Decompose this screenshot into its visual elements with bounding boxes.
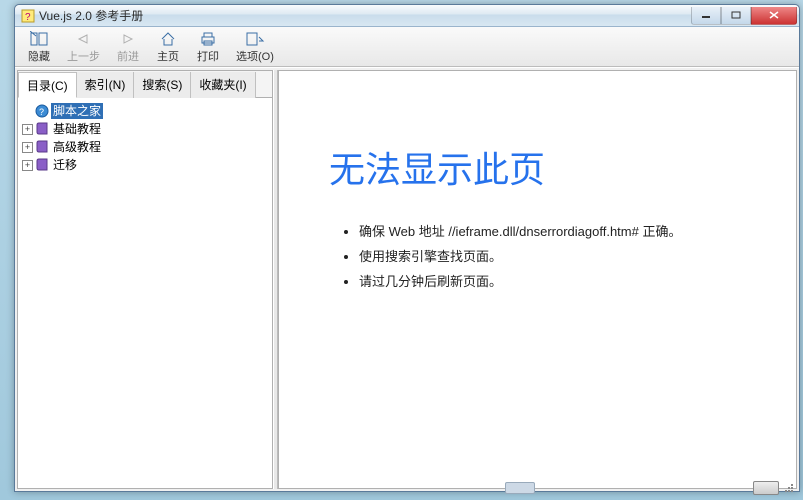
maximize-button[interactable]: [721, 7, 751, 25]
book-icon: [35, 140, 49, 154]
app-window: ? Vue.js 2.0 参考手册 隐藏 上一步 前进 主页 打印: [14, 4, 800, 492]
tree-item[interactable]: + 高级教程: [20, 138, 270, 156]
nav-tabs: 目录(C) 索引(N) 搜索(S) 收藏夹(I): [18, 71, 272, 98]
toolbar: 隐藏 上一步 前进 主页 打印 选项(O): [15, 27, 799, 67]
navigation-pane: 目录(C) 索引(N) 搜索(S) 收藏夹(I) ? 脚本之家 + 基础教程 +: [17, 70, 273, 489]
forward-icon: [119, 30, 137, 48]
options-button[interactable]: 选项(O): [230, 28, 280, 66]
tab-favorites[interactable]: 收藏夹(I): [191, 72, 255, 98]
app-icon: ?: [21, 9, 35, 23]
tab-contents[interactable]: 目录(C): [18, 72, 77, 98]
contents-tree[interactable]: ? 脚本之家 + 基础教程 + 高级教程 + 迁移: [18, 98, 272, 488]
expand-icon[interactable]: +: [22, 160, 33, 171]
horizontal-scrollbar[interactable]: [276, 480, 763, 496]
hide-icon: [30, 30, 48, 48]
close-button[interactable]: [751, 7, 797, 25]
error-bullet: 确保 Web 地址 //ieframe.dll/dnserrordiagoff.…: [359, 221, 776, 240]
print-button[interactable]: 打印: [190, 28, 226, 66]
print-icon: [199, 30, 217, 48]
statusbar: [753, 480, 797, 496]
toolbar-label: 选项(O): [236, 48, 274, 64]
resize-grip-icon[interactable]: [781, 480, 797, 496]
home-icon: [159, 30, 177, 48]
window-title: Vue.js 2.0 参考手册: [39, 7, 691, 24]
book-icon: [35, 158, 49, 172]
tree-label: 基础教程: [51, 121, 103, 137]
tree-label: 迁移: [51, 157, 79, 173]
window-controls: [691, 7, 797, 25]
svg-text:?: ?: [39, 107, 44, 117]
expander-placeholder: [22, 106, 33, 117]
minimize-button[interactable]: [691, 7, 721, 25]
expand-icon[interactable]: +: [22, 142, 33, 153]
tree-label: 高级教程: [51, 139, 103, 155]
home-button[interactable]: 主页: [150, 28, 186, 66]
tab-search[interactable]: 搜索(S): [134, 72, 191, 98]
back-icon: [75, 30, 93, 48]
toolbar-label: 打印: [197, 48, 219, 64]
options-icon: [245, 30, 265, 48]
toolbar-label: 主页: [157, 48, 179, 64]
back-button[interactable]: 上一步: [61, 28, 106, 66]
main-body: 目录(C) 索引(N) 搜索(S) 收藏夹(I) ? 脚本之家 + 基础教程 +: [15, 67, 799, 491]
forward-button[interactable]: 前进: [110, 28, 146, 66]
hide-nav-button[interactable]: 隐藏: [21, 28, 57, 66]
scroll-thumb[interactable]: [505, 482, 535, 494]
tree-item[interactable]: + 基础教程: [20, 120, 270, 138]
tree-item[interactable]: + 迁移: [20, 156, 270, 174]
error-bullet: 请过几分钟后刷新页面。: [359, 271, 776, 290]
book-icon: [35, 122, 49, 136]
error-heading: 无法显示此页: [329, 141, 776, 193]
tree-label: 脚本之家: [51, 103, 103, 119]
titlebar[interactable]: ? Vue.js 2.0 参考手册: [15, 5, 799, 27]
tab-index[interactable]: 索引(N): [77, 72, 135, 98]
toolbar-label: 前进: [117, 48, 139, 64]
error-list: 确保 Web 地址 //ieframe.dll/dnserrordiagoff.…: [359, 221, 776, 290]
error-bullet: 使用搜索引擎查找页面。: [359, 246, 776, 265]
svg-text:?: ?: [25, 12, 31, 23]
toolbar-label: 隐藏: [28, 48, 50, 64]
expand-icon[interactable]: +: [22, 124, 33, 135]
toolbar-label: 上一步: [67, 48, 100, 64]
page-icon: ?: [35, 104, 49, 118]
ime-indicator[interactable]: [753, 481, 779, 495]
tree-item[interactable]: ? 脚本之家: [20, 102, 270, 120]
content-pane[interactable]: 无法显示此页 确保 Web 地址 //ieframe.dll/dnserrord…: [278, 70, 797, 489]
